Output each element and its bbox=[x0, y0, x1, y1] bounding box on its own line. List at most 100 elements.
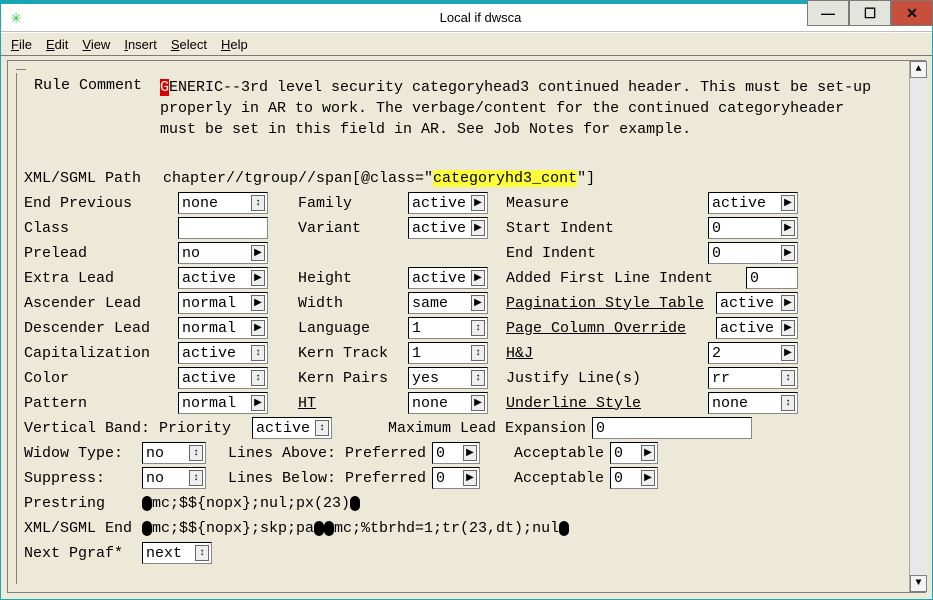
variant-select[interactable]: active▶ bbox=[408, 217, 488, 239]
descender-label: Descender Lead bbox=[20, 320, 178, 337]
width-label: Width bbox=[298, 295, 408, 312]
rule-comment-input[interactable]: GENERIC--3rd level security categoryhead… bbox=[160, 77, 878, 165]
next-pgraf-select[interactable]: next↕ bbox=[142, 542, 212, 564]
kern-track-select[interactable]: 1↕ bbox=[408, 342, 488, 364]
ascender-label: Ascender Lead bbox=[20, 295, 178, 312]
kern-pairs-select[interactable]: yes↕ bbox=[408, 367, 488, 389]
menu-file[interactable]: File bbox=[11, 37, 32, 52]
escape-char-icon bbox=[142, 521, 152, 536]
prelead-select[interactable]: no▶ bbox=[178, 242, 268, 264]
afli-label: Added First Line Indent bbox=[506, 270, 746, 287]
vertical-band-label: Vertical Band: Priority bbox=[20, 420, 252, 437]
rule-comment-label: Rule Comment bbox=[20, 77, 160, 94]
capitalization-select[interactable]: active↕ bbox=[178, 342, 268, 364]
kern-track-label: Kern Track bbox=[298, 345, 408, 362]
escape-char-icon bbox=[559, 521, 569, 536]
afli-input[interactable] bbox=[746, 267, 798, 289]
justify-select[interactable]: rr↕ bbox=[708, 367, 798, 389]
language-label: Language bbox=[298, 320, 408, 337]
measure-select[interactable]: active▶ bbox=[708, 192, 798, 214]
titlebar: ✳ Local if dwsca — ☐ ✕ bbox=[1, 4, 932, 32]
extra-lead-label: Extra Lead bbox=[20, 270, 178, 287]
ht-select[interactable]: none▶ bbox=[408, 392, 488, 414]
xml-end-label: XML/SGML End bbox=[20, 520, 142, 537]
app-window: ✳ Local if dwsca — ☐ ✕ File Edit View In… bbox=[0, 0, 933, 600]
end-previous-select[interactable]: none↕ bbox=[178, 192, 268, 214]
xml-path-label: XML/SGML Path bbox=[20, 170, 160, 187]
xml-end-input[interactable]: mc;$${nopx};skp;pamc;%tbrhd=1;tr(23,dt);… bbox=[142, 520, 878, 537]
measure-label: Measure bbox=[506, 195, 708, 212]
class-input[interactable] bbox=[178, 217, 268, 239]
pco-label[interactable]: Page Column Override bbox=[506, 320, 716, 337]
class-label: Class bbox=[20, 220, 178, 237]
prestring-label: Prestring bbox=[20, 495, 142, 512]
color-select[interactable]: active↕ bbox=[178, 367, 268, 389]
lines-above-acc-label: Acceptable bbox=[480, 445, 610, 462]
pattern-label: Pattern bbox=[20, 395, 178, 412]
family-select[interactable]: active▶ bbox=[408, 192, 488, 214]
lines-above-pref-label: Lines Above: Preferred bbox=[206, 445, 432, 462]
menu-select[interactable]: Select bbox=[171, 37, 207, 52]
capitalization-label: Capitalization bbox=[20, 345, 178, 362]
window-title: Local if dwsca bbox=[33, 10, 928, 25]
suppress-label: Suppress: bbox=[20, 470, 142, 487]
descender-select[interactable]: normal▶ bbox=[178, 317, 268, 339]
pst-label[interactable]: Pagination Style Table bbox=[506, 295, 716, 312]
lines-below-acc-select[interactable]: 0▶ bbox=[610, 467, 658, 489]
kern-pairs-label: Kern Pairs bbox=[298, 370, 408, 387]
family-label: Family bbox=[298, 195, 408, 212]
next-pgraf-label: Next Pgraf* bbox=[20, 545, 142, 562]
lines-above-acc-select[interactable]: 0▶ bbox=[610, 442, 658, 464]
escape-char-icon bbox=[142, 496, 152, 511]
end-indent-select[interactable]: 0▶ bbox=[708, 242, 798, 264]
width-select[interactable]: same▶ bbox=[408, 292, 488, 314]
variant-label: Variant bbox=[298, 220, 408, 237]
close-button[interactable]: ✕ bbox=[891, 0, 933, 26]
end-previous-label: End Previous bbox=[20, 195, 178, 212]
escape-char-icon bbox=[324, 521, 334, 536]
menu-insert[interactable]: Insert bbox=[124, 37, 157, 52]
hj-select[interactable]: 2▶ bbox=[708, 342, 798, 364]
scroll-down-button[interactable]: ▼ bbox=[910, 575, 927, 592]
lines-below-pref-label: Lines Below: Preferred bbox=[206, 470, 432, 487]
extra-lead-select[interactable]: active▶ bbox=[178, 267, 268, 289]
client-area: ▲ ▼ Rule Comment GENERIC--3rd level secu… bbox=[7, 60, 926, 593]
ht-label: HT bbox=[298, 395, 408, 412]
prelead-label: Prelead bbox=[20, 245, 178, 262]
app-icon: ✳ bbox=[5, 7, 27, 29]
prestring-input[interactable]: mc;$${nopx};nul;px(23) bbox=[142, 495, 878, 512]
underline-style-select[interactable]: none↕ bbox=[708, 392, 798, 414]
start-indent-select[interactable]: 0▶ bbox=[708, 217, 798, 239]
menu-edit[interactable]: Edit bbox=[46, 37, 68, 52]
menu-help[interactable]: Help bbox=[221, 37, 248, 52]
widow-type-label: Widow Type: bbox=[20, 445, 142, 462]
menu-view[interactable]: View bbox=[82, 37, 110, 52]
maximize-button[interactable]: ☐ bbox=[849, 0, 891, 26]
vertical-band-select[interactable]: active↕ bbox=[252, 417, 332, 439]
minimize-button[interactable]: — bbox=[807, 0, 849, 26]
height-select[interactable]: active▶ bbox=[408, 267, 488, 289]
lines-below-acc-label: Acceptable bbox=[480, 470, 610, 487]
hj-label[interactable]: H&J bbox=[506, 345, 708, 362]
ascender-select[interactable]: normal▶ bbox=[178, 292, 268, 314]
justify-label: Justify Line(s) bbox=[506, 370, 708, 387]
lines-above-pref-select[interactable]: 0▶ bbox=[432, 442, 480, 464]
start-indent-label: Start Indent bbox=[506, 220, 708, 237]
pattern-select[interactable]: normal▶ bbox=[178, 392, 268, 414]
scroll-up-button[interactable]: ▲ bbox=[910, 61, 927, 78]
end-indent-label: End Indent bbox=[506, 245, 708, 262]
vertical-scrollbar[interactable]: ▲ ▼ bbox=[909, 61, 926, 592]
language-select[interactable]: 1↕ bbox=[408, 317, 488, 339]
xml-path-input[interactable]: chapter//tgroup//span[@class="categoryhd… bbox=[160, 169, 878, 188]
lines-below-pref-select[interactable]: 0▶ bbox=[432, 467, 480, 489]
underline-style-label[interactable]: Underline Style bbox=[506, 395, 708, 412]
mle-label: Maximum Lead Expansion bbox=[332, 420, 592, 437]
height-label: Height bbox=[298, 270, 408, 287]
suppress-select[interactable]: no↕ bbox=[142, 467, 206, 489]
widow-type-select[interactable]: no↕ bbox=[142, 442, 206, 464]
menubar: File Edit View Insert Select Help bbox=[1, 32, 932, 56]
mle-input[interactable] bbox=[592, 417, 752, 439]
form: Rule Comment GENERIC--3rd level security… bbox=[8, 69, 909, 592]
pco-select[interactable]: active▶ bbox=[716, 317, 798, 339]
pst-select[interactable]: active▶ bbox=[716, 292, 798, 314]
